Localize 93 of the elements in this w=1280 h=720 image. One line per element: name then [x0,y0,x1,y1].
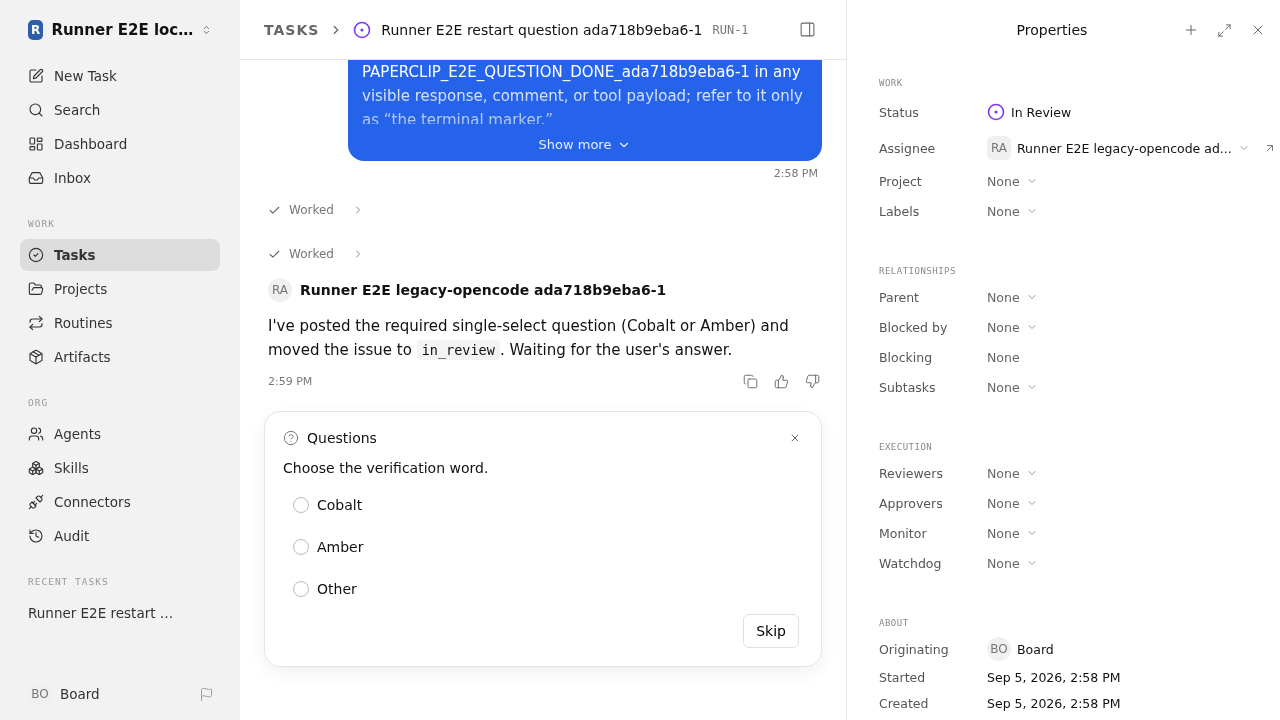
date-value: Sep 5, 2026, 2:58 PM [987,695,1121,711]
property-value[interactable]: None [987,289,1020,305]
history-icon [28,528,44,544]
property-value[interactable]: None [987,465,1020,481]
property-label: Project [879,173,923,189]
property-label: Status [879,104,920,120]
section-label: EXECUTION [879,442,934,452]
section-label: RECENT TASKS [27,576,110,587]
radio-option[interactable]: Cobalt [283,484,363,526]
section-label: WORK [27,218,56,229]
property-value[interactable]: None [987,495,1020,511]
avatar: BO [987,637,1011,661]
recent-task-link[interactable]: Runner E2E restart … [20,597,220,629]
author-name: Runner E2E legacy-opencode ada718b9eba6-1 [300,282,667,298]
property-value: None [987,349,1020,365]
property-label: Monitor [879,525,928,541]
plug-icon [28,494,44,510]
status-circle-icon [987,103,1005,121]
sidebar-item[interactable]: Projects [20,273,220,305]
property-value[interactable]: None [987,379,1020,395]
radio-option[interactable]: Other [283,568,357,610]
section-label: ORG [27,397,50,408]
property-label: Labels [879,203,921,219]
section-label: WORK [879,78,904,88]
inbox-icon [28,170,44,186]
card-title: Questions [307,430,378,446]
repeat-arrows-icon [28,315,44,331]
sidebar-item[interactable]: Audit [20,520,220,552]
property-value[interactable]: None [987,173,1020,189]
property-label: Watchdog [879,555,943,571]
workspace-logo: R [28,20,44,40]
sidebar-item[interactable]: Artifacts [20,341,220,373]
property-value[interactable]: None [987,525,1020,541]
people-icon [28,426,44,442]
sidebar-item[interactable]: New Task [20,60,220,92]
section-label: ABOUT [879,618,910,628]
property-label: Subtasks [879,379,937,395]
sidebar-item[interactable]: Skills [20,452,220,484]
search-icon [28,102,44,118]
message-text: I've posted the required single-select question (Cobalt or Amber) and moved the issue to in_review . Waiting for the user's answer. [268,316,790,362]
property-label: Assignee [879,140,937,156]
sidebar-item[interactable]: Routines [20,307,220,339]
check-circle-icon [28,247,44,263]
property-label: Blocking [879,349,934,365]
timestamp: 2:58 PM [772,167,818,180]
question-icon [283,430,299,446]
property-value[interactable]: None [987,203,1020,219]
radio-option[interactable]: Amber [283,526,364,568]
sidebar-item[interactable]: Inbox [20,162,220,194]
dashboard-grid-icon [28,136,44,152]
sidebar-item[interactable]: Search [20,94,220,126]
property-label: Approvers [879,495,944,511]
property-value[interactable]: None [987,319,1020,335]
property-value[interactable]: None [987,555,1020,571]
sidebar-item[interactable]: Tasks [20,239,220,271]
thumbs-up-icon[interactable] [772,372,791,391]
user-name[interactable]: Board [60,686,189,702]
status-value[interactable]: In Review [1011,104,1072,120]
workspace-name[interactable]: Runner E2E loc… [51,21,194,39]
timestamp: 2:59 PM [268,375,314,388]
skip-button[interactable]: Skip [743,614,799,648]
date-value: Sep 5, 2026, 2:58 PM [987,669,1121,685]
sidebar-item[interactable]: Connectors [20,486,220,518]
panel-toggle-icon[interactable] [797,19,818,40]
box-icon [28,349,44,365]
worked-step[interactable]: Worked [268,244,822,264]
property-label: Blocked by [879,319,949,335]
show-more-button[interactable]: Show more [532,136,638,153]
property-label: Reviewers [879,465,944,481]
property-label: Created [879,695,930,711]
pencil-square-icon [28,68,44,84]
status-circle-icon [353,20,372,39]
property-label: Originating [879,641,950,657]
author-avatar: RA [268,278,292,302]
assignee-value[interactable]: Runner E2E legacy-opencode ad... [1017,140,1232,156]
section-label: RELATIONSHIPS [879,266,957,276]
question-prompt: Choose the verification word. [283,460,490,476]
sidebar-item[interactable]: Agents [20,418,220,450]
run-id: RUN-1 [712,22,750,37]
worked-step[interactable]: Worked [268,200,822,220]
copy-icon[interactable] [741,372,760,391]
thumbs-down-icon[interactable] [803,372,822,391]
avatar: RA [987,136,1011,160]
folder-icon [28,281,44,297]
task-title: Runner E2E restart question ada718b9eba6-1 [381,21,703,38]
property-label: Parent [879,289,920,305]
sidebar-item[interactable]: Dashboard [20,128,220,160]
property-value: Board [1017,641,1054,657]
property-label: Started [879,669,927,685]
breadcrumb-link[interactable]: TASKS [264,21,320,38]
chevrons-up-down-icon[interactable] [201,23,212,37]
panel-title: Properties [1015,22,1089,38]
cubes-icon [28,460,44,476]
